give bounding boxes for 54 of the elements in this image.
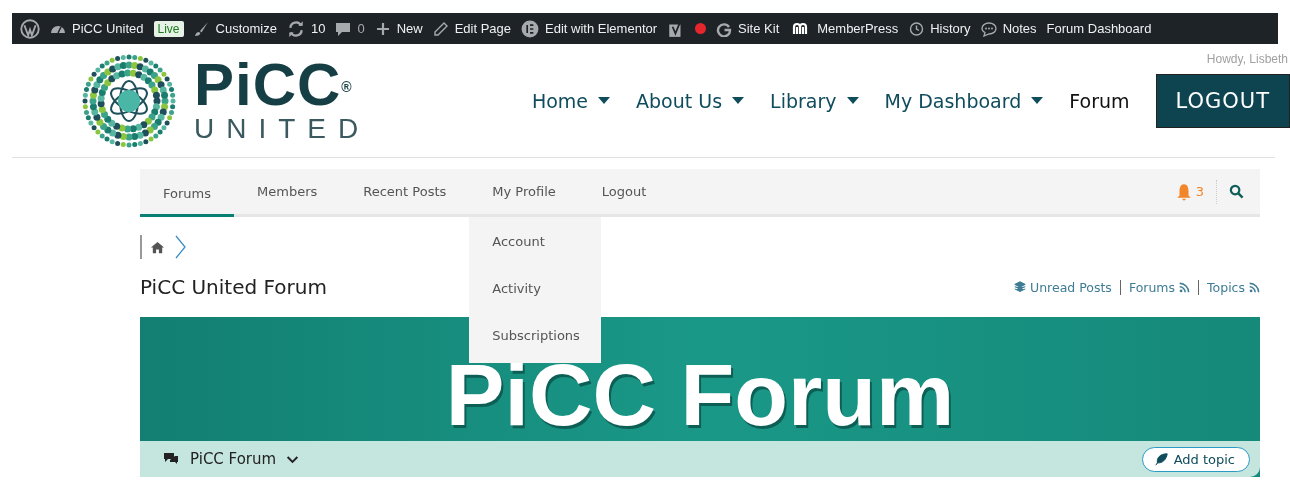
chat-bubble-icon — [980, 20, 997, 37]
toolbar-link[interactable]: Site Kit — [738, 21, 780, 36]
forum-selector[interactable]: PiCC Forum — [162, 450, 300, 468]
caret-icon — [846, 96, 859, 105]
toolbar-link[interactable]: Customize — [215, 21, 277, 36]
forum-tab[interactable]: Logout — [578, 169, 670, 214]
clock-icon — [908, 20, 925, 37]
add-topic-button[interactable]: Add topic — [1141, 446, 1250, 472]
toolbar-link[interactable]: Notes — [1002, 21, 1037, 36]
dropdown-item[interactable]: Account — [469, 222, 602, 269]
toolbar-link[interactable]: Forum Dashboard — [1046, 21, 1152, 36]
toolbar-link[interactable]: History — [930, 21, 971, 36]
unread-posts-link[interactable]: Unread Posts — [1030, 279, 1112, 295]
toolbar-link[interactable]: PiCC United — [72, 21, 144, 36]
toolbar-link[interactable]: 10 — [310, 21, 326, 36]
topics-feed-link[interactable]: Topics — [1207, 279, 1245, 295]
toolbar-link[interactable]: 0 — [357, 21, 365, 36]
forums-feed-link[interactable]: Forums — [1128, 279, 1176, 295]
caret-icon — [1031, 96, 1044, 105]
chevron-right-icon — [173, 235, 187, 259]
page-title: PiCC United Forum — [140, 275, 327, 299]
google-g-icon — [716, 20, 733, 37]
nav-link[interactable]: About Us — [636, 89, 745, 112]
plus-icon — [374, 20, 391, 37]
elementor-icon — [521, 19, 540, 38]
logo-subtitle: UNITED — [194, 112, 371, 145]
bell-icon — [1174, 182, 1193, 201]
forum-tab[interactable]: Forums — [140, 169, 234, 217]
forum-tab[interactable]: Members — [234, 169, 341, 214]
caret-icon — [598, 96, 611, 105]
toolbar-link[interactable]: New — [396, 21, 423, 36]
rss-icon — [1249, 281, 1260, 293]
pencil-icon — [432, 20, 449, 37]
refresh-icon — [286, 19, 305, 38]
search-icon — [1229, 184, 1244, 199]
toolbar-link[interactable]: MemberPress — [817, 21, 899, 36]
toolbar-link[interactable]: Edit Page — [454, 21, 512, 36]
greeting-text: Howdy, Lisbeth — [1206, 52, 1288, 66]
live-badge: Live — [153, 20, 184, 37]
leaf-icon — [1154, 452, 1168, 466]
caret-icon — [732, 96, 745, 105]
logout-button[interactable]: LOGOUT — [1155, 73, 1290, 128]
home-icon — [150, 239, 165, 255]
speech-bubble-icon — [335, 20, 352, 37]
nav-link[interactable]: Home — [531, 89, 611, 112]
nav-link[interactable]: Forum — [1069, 89, 1130, 112]
nav-link[interactable]: Library — [770, 89, 859, 112]
rss-icon — [1179, 281, 1191, 293]
dropdown-item[interactable]: Activity — [469, 269, 602, 316]
toolbar-link[interactable]: Edit with Elementor — [545, 21, 658, 36]
layers-icon — [1014, 281, 1026, 293]
logo-name[interactable]: PiCC$^{®}$ — [194, 56, 371, 113]
nav-link[interactable]: My Dashboard — [884, 89, 1044, 112]
forum-tab[interactable]: Recent Posts — [340, 169, 470, 214]
